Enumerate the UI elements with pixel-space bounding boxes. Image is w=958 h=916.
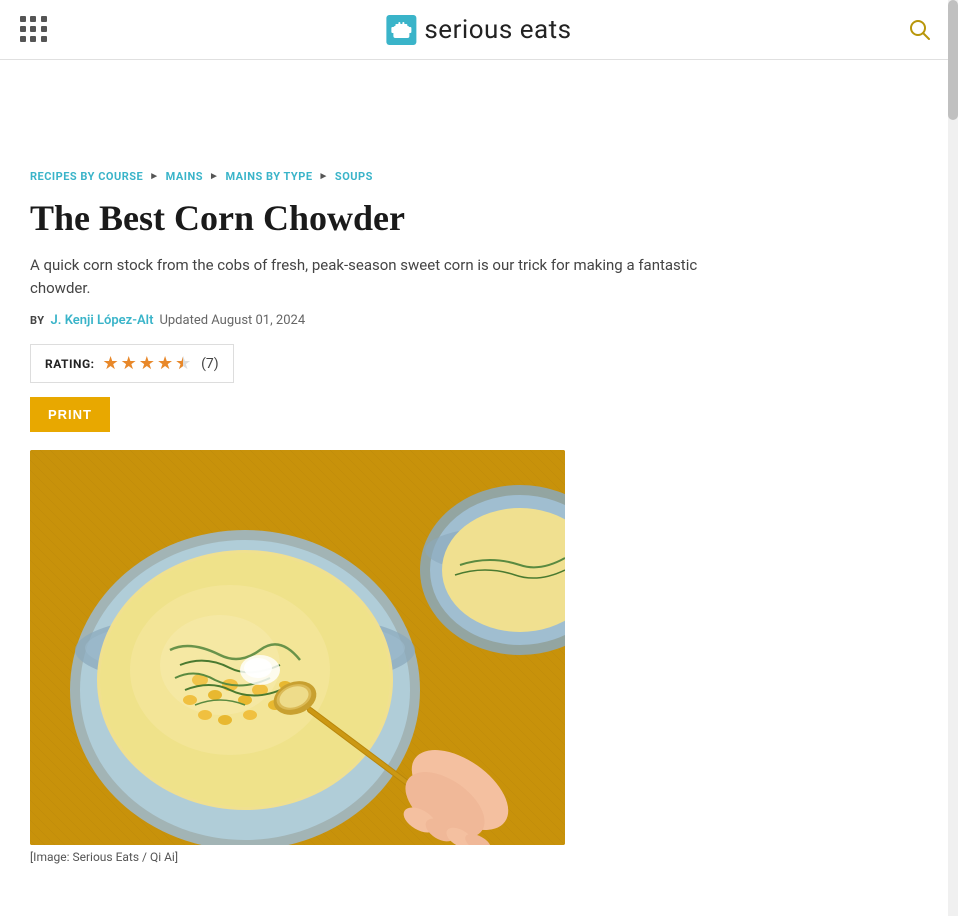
article-updated-date: Updated August 01, 2024 <box>159 313 305 328</box>
scrollbar-track[interactable] <box>948 0 958 916</box>
logo-text: serious eats <box>424 15 571 45</box>
dot <box>20 16 26 22</box>
star-5-half: ★★ <box>175 353 193 371</box>
dot <box>41 36 47 42</box>
site-logo[interactable]: serious eats <box>386 15 571 45</box>
author-by-label: BY <box>30 314 45 327</box>
breadcrumb: RECIPES BY COURSE ► MAINS ► MAINS BY TYP… <box>30 170 890 183</box>
star-3: ★ <box>139 353 155 374</box>
breadcrumb-item-soups[interactable]: SOUPS <box>335 170 373 183</box>
star-1: ★ <box>103 353 119 374</box>
rating-label: RATING: <box>45 357 95 371</box>
dot <box>41 26 47 32</box>
dot <box>20 26 26 32</box>
star-2: ★ <box>121 353 137 374</box>
breadcrumb-item-mains[interactable]: MAINS <box>166 170 203 183</box>
rating-count: (7) <box>201 356 219 372</box>
rating-block: RATING: ★ ★ ★ ★ ★★ (7) <box>30 344 234 383</box>
logo-pot-icon <box>386 15 416 45</box>
author-line: BY J. Kenji López-Alt Updated August 01,… <box>30 313 890 328</box>
breadcrumb-separator: ► <box>319 171 329 182</box>
breadcrumb-separator: ► <box>209 171 219 182</box>
image-caption: [Image: Serious Eats / Qi Ai] <box>30 850 565 864</box>
dot <box>30 26 36 32</box>
dot <box>30 36 36 42</box>
breadcrumb-separator: ► <box>149 171 159 182</box>
author-link[interactable]: J. Kenji López-Alt <box>51 313 154 328</box>
scrollbar-thumb[interactable] <box>948 0 958 120</box>
ad-space <box>30 60 890 170</box>
breadcrumb-item-recipes[interactable]: RECIPES BY COURSE <box>30 170 143 183</box>
dot <box>20 36 26 42</box>
hamburger-menu-icon[interactable] <box>20 16 48 44</box>
main-content: RECIPES BY COURSE ► MAINS ► MAINS BY TYP… <box>0 60 920 912</box>
food-image <box>30 450 565 845</box>
dot <box>41 16 47 22</box>
dot <box>30 16 36 22</box>
search-button[interactable] <box>902 12 938 48</box>
site-header: serious eats <box>0 0 958 60</box>
food-image-container: [Image: Serious Eats / Qi Ai] <box>30 450 565 864</box>
star-rating[interactable]: ★ ★ ★ ★ ★★ <box>103 353 194 374</box>
breadcrumb-item-mains-by-type[interactable]: MAINS BY TYPE <box>225 170 312 183</box>
star-4: ★ <box>157 353 173 374</box>
article-title: The Best Corn Chowder <box>30 197 890 240</box>
article-subtitle: A quick corn stock from the cobs of fres… <box>30 254 730 299</box>
print-button[interactable]: PRINT <box>30 397 110 432</box>
